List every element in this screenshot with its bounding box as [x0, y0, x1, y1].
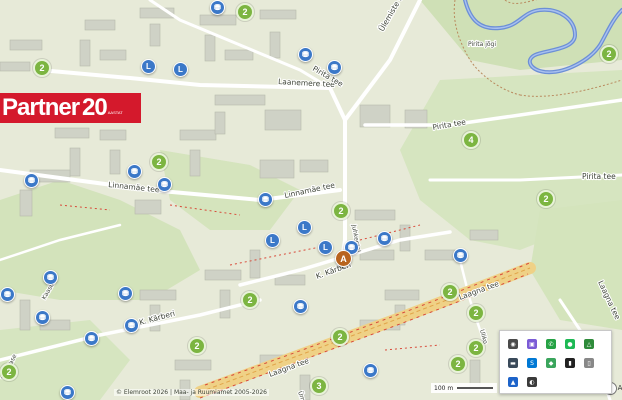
- shop-pin-icon[interactable]: ⛃: [258, 192, 273, 207]
- cluster-marker[interactable]: 2: [236, 3, 254, 21]
- shop-pin-icon[interactable]: ⛃: [118, 286, 133, 301]
- account-button[interactable]: A: [616, 382, 622, 393]
- green-app-icon[interactable]: △: [584, 339, 594, 349]
- cluster-marker[interactable]: 2: [467, 339, 485, 357]
- shop-pin-icon[interactable]: ⛃: [127, 164, 142, 179]
- skype-icon[interactable]: S: [527, 358, 537, 368]
- shop-pin-icon[interactable]: ⛃: [24, 173, 39, 188]
- system-tray-popup: ◉ ▣ ✆ ● △ ▬ S ◆ ▮ ▯ ▲ ◐: [499, 330, 612, 394]
- shop-pin-icon[interactable]: ⛃: [0, 287, 15, 302]
- cluster-marker[interactable]: 2: [150, 153, 168, 171]
- poi-pin-l[interactable]: L: [173, 62, 188, 77]
- cluster-marker[interactable]: 2: [331, 328, 349, 346]
- scale-label: 100 m: [434, 384, 454, 392]
- scale-bar: 100 m: [431, 383, 497, 393]
- cluster-marker[interactable]: 2: [537, 190, 555, 208]
- shop-pin-icon[interactable]: ⛃: [363, 363, 378, 378]
- terminal-icon[interactable]: ▮: [565, 358, 575, 368]
- map-attribution: © Elemroot 2026 | Maa- ja Ruumiamet 2005…: [114, 389, 269, 396]
- shop-pin-icon[interactable]: ⛃: [453, 248, 468, 263]
- banner-number: 20: [82, 94, 108, 121]
- shop-pin-icon[interactable]: ⛃: [210, 0, 225, 15]
- cluster-marker[interactable]: 2: [600, 45, 618, 63]
- shop-pin-icon[interactable]: ⛃: [35, 310, 50, 325]
- spotify-icon[interactable]: ●: [565, 339, 575, 349]
- cluster-marker[interactable]: 2: [467, 304, 485, 322]
- poi-pin-l[interactable]: L: [265, 233, 280, 248]
- cluster-marker[interactable]: 2: [0, 363, 18, 381]
- scale-line: [457, 387, 494, 389]
- poi-pin-l[interactable]: L: [297, 220, 312, 235]
- cluster-marker[interactable]: 3: [310, 377, 328, 395]
- map-view[interactable]: Laanemere tee Linnamäe tee Linnamäe tee …: [0, 0, 622, 400]
- cluster-marker[interactable]: 4: [462, 131, 480, 149]
- cluster-marker[interactable]: 2: [332, 202, 350, 220]
- shop-pin-icon[interactable]: ⛃: [124, 318, 139, 333]
- shop-pin-icon[interactable]: ⛃: [298, 47, 313, 62]
- shop-pin-icon[interactable]: ⛃: [60, 385, 75, 400]
- network-icon[interactable]: ◐: [527, 377, 537, 387]
- blue-app-icon[interactable]: ▲: [508, 377, 518, 387]
- banner-suffix: AASTAT: [107, 110, 123, 115]
- whatsapp-icon[interactable]: ✆: [546, 339, 556, 349]
- shop-pin-icon[interactable]: ⛃: [293, 299, 308, 314]
- cluster-marker[interactable]: 2: [33, 59, 51, 77]
- shop-pin-icon[interactable]: ⛃: [43, 270, 58, 285]
- purple-app-icon[interactable]: ▣: [527, 339, 537, 349]
- selected-location-pin[interactable]: A: [335, 250, 352, 267]
- battery-icon[interactable]: ▯: [584, 358, 594, 368]
- poi-pin-l[interactable]: L: [318, 240, 333, 255]
- green-chat-icon[interactable]: ◆: [546, 358, 556, 368]
- cluster-marker[interactable]: 2: [449, 355, 467, 373]
- shop-pin-icon[interactable]: ⛃: [84, 331, 99, 346]
- cluster-marker[interactable]: 2: [241, 291, 259, 309]
- label-linnamae-tee-west: Linnamäe tee: [108, 180, 160, 194]
- partner-ad-banner[interactable]: Partner 20 AASTAT: [0, 93, 141, 123]
- folder-icon[interactable]: ▬: [508, 358, 518, 368]
- cluster-marker[interactable]: 2: [188, 337, 206, 355]
- shop-pin-icon[interactable]: ⛃: [157, 177, 172, 192]
- chrome-icon[interactable]: ◉: [508, 339, 518, 349]
- poi-pin-l[interactable]: L: [141, 59, 156, 74]
- label-pirita-jogi: Pirita jõgi: [468, 41, 496, 48]
- shop-pin-icon[interactable]: ⛃: [377, 231, 392, 246]
- label-linnamae-tee-east: Linnamäe tee: [284, 180, 337, 200]
- cluster-marker[interactable]: 2: [441, 283, 459, 301]
- banner-brand: Partner: [2, 94, 80, 121]
- label-pirita-tee-far-east: Pirita tee: [582, 172, 616, 181]
- shop-pin-icon[interactable]: ⛃: [327, 60, 342, 75]
